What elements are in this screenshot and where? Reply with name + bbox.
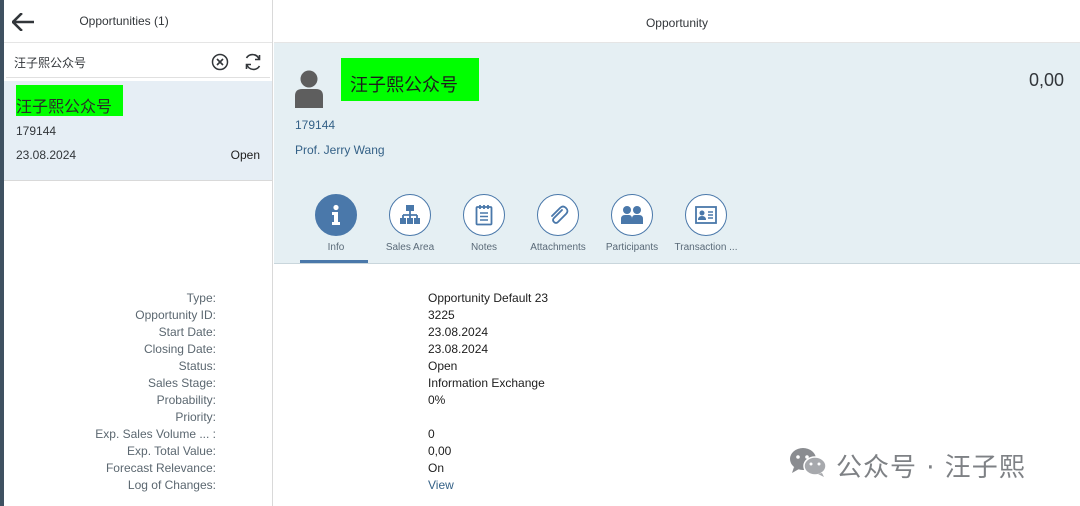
field-label: Type:: [186, 291, 216, 305]
tab-label: Sales Area: [385, 242, 435, 253]
object-title: 汪子熙公众号: [350, 75, 458, 96]
form-row-opportunity-id: Opportunity ID: 3225: [135, 308, 874, 325]
field-value: 0,00: [428, 444, 452, 458]
field-label: Exp. Sales Volume ... :: [95, 427, 216, 441]
form-row-type: Type: Opportunity Default 23: [187, 291, 874, 308]
field-value: 3225: [428, 308, 455, 322]
refresh-icon: [245, 53, 261, 71]
paperclip-icon: [551, 205, 569, 224]
tab-label: Participants: [605, 242, 659, 253]
field-label: Status:: [178, 359, 216, 373]
id-card-icon: [695, 206, 717, 224]
clear-icon: [211, 53, 229, 71]
group-icon: [621, 206, 643, 224]
master-header: Opportunities (1): [4, 0, 272, 43]
tab-participants[interactable]: Participants: [596, 194, 668, 264]
form-row-log-of-changes: Log of Changes: View: [128, 478, 874, 495]
search-bar: [6, 46, 270, 78]
item-status: Open: [230, 148, 260, 162]
field-value: Information Exchange: [428, 376, 545, 390]
tab-sales-area[interactable]: Sales Area: [374, 194, 446, 264]
person-icon: [295, 70, 323, 108]
master-title: Opportunities (1): [79, 14, 169, 28]
tab-label: Transaction ...: [674, 242, 738, 253]
form-row-closing-date: Closing Date: 23.08.2024: [144, 342, 874, 359]
field-label: Priority:: [175, 410, 216, 424]
form-row-probability: Probability: 0%: [157, 393, 874, 410]
clear-search-button[interactable]: [211, 53, 229, 71]
field-value: On: [428, 461, 445, 475]
field-label: Exp. Total Value:: [127, 444, 216, 458]
tab-attachments[interactable]: Attachments: [522, 194, 594, 264]
item-title: 汪子熙公众号: [16, 97, 113, 116]
view-changes-link[interactable]: View: [428, 478, 454, 492]
form-row-forecast-relevance: Forecast Relevance: On: [106, 461, 874, 478]
field-value: 0%: [428, 393, 446, 407]
tab-notes[interactable]: Notes: [448, 194, 520, 264]
watermark: 公众号 · 汪子熙: [788, 445, 1058, 483]
detail-pane: Opportunity 汪子熙公众号 0,00 179144 Prof. Jer…: [95, 0, 1080, 506]
form-row-exp-sales-volume: Exp. Sales Volume ... : 0: [95, 427, 874, 444]
field-value: Opportunity Default 23: [428, 291, 549, 305]
tab-label: Notes: [470, 242, 498, 253]
form-row-start-date: Start Date: 23.08.2024: [159, 325, 874, 342]
field-label: Probability:: [156, 393, 216, 407]
list-item[interactable]: 汪子熙公众号 179144 23.08.2024 Open: [4, 81, 272, 181]
refresh-button[interactable]: [243, 52, 263, 72]
item-id: 179144: [16, 124, 57, 138]
detail-title: Opportunity: [274, 0, 1080, 43]
form-row-priority: Priority:: [175, 410, 874, 427]
org-chart-icon: [400, 205, 420, 224]
wechat-icon: [790, 448, 827, 477]
object-number: 0,00: [1028, 70, 1064, 90]
watermark-text: 公众号 · 汪子熙: [836, 453, 1026, 483]
notes-icon: [475, 205, 493, 226]
field-value: Open: [428, 359, 458, 373]
info-icon: [332, 204, 340, 225]
object-attribute-id: 179144: [295, 118, 336, 132]
tab-label: Info: [327, 242, 345, 253]
tab-label: Attachments: [530, 242, 586, 253]
field-label: Opportunity ID:: [135, 308, 216, 322]
field-value: 23.08.2024: [428, 325, 489, 339]
object-header: 汪子熙公众号 0,00 179144 Prof. Jerry Wang Info: [274, 43, 1080, 264]
tab-transaction[interactable]: Transaction ...: [670, 194, 742, 264]
tab-info[interactable]: Info: [300, 194, 372, 264]
field-label: Start Date:: [158, 325, 216, 339]
object-attribute-contact[interactable]: Prof. Jerry Wang: [295, 143, 385, 157]
tab-selected-indicator: [300, 260, 368, 263]
search-input[interactable]: [14, 52, 204, 72]
item-date: 23.08.2024: [16, 148, 77, 162]
field-label: Sales Stage:: [147, 376, 216, 390]
field-value: 0: [428, 427, 435, 441]
field-label: Forecast Relevance:: [105, 461, 216, 475]
form-row-sales-stage: Sales Stage: Information Exchange: [148, 376, 874, 393]
form-row-exp-total-value: Exp. Total Value: 0,00: [127, 444, 874, 461]
form-row-status: Status: Open: [179, 359, 874, 376]
field-label: Closing Date:: [143, 342, 216, 356]
field-label: Log of Changes:: [127, 478, 216, 492]
field-value: 23.08.2024: [428, 342, 489, 356]
